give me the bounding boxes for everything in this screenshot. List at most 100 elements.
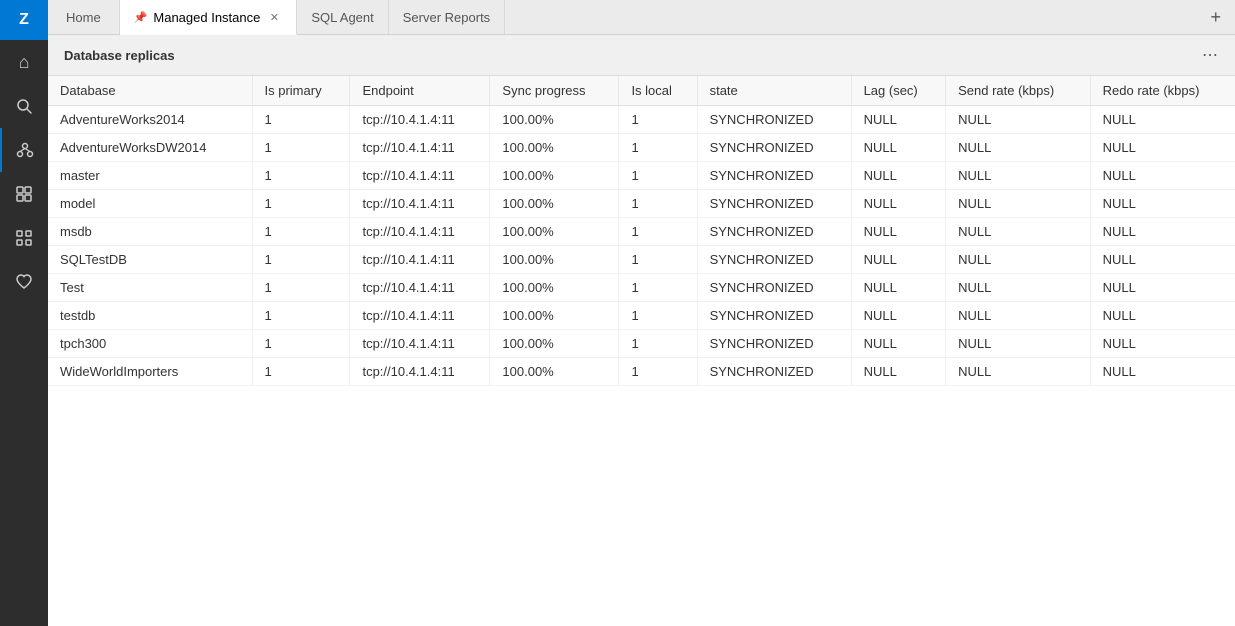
cell-r9-c7: NULL [946,358,1091,386]
cell-r1-c4: 1 [619,134,697,162]
cell-r9-c5: SYNCHRONIZED [697,358,851,386]
cell-r0-c0: AdventureWorks2014 [48,106,252,134]
table-row: master1tcp://10.4.1.4:11100.00%1SYNCHRON… [48,162,1235,190]
cell-r1-c6: NULL [851,134,946,162]
cell-r4-c5: SYNCHRONIZED [697,218,851,246]
cell-r4-c3: 100.00% [490,218,619,246]
cell-r2-c0: master [48,162,252,190]
table-row: AdventureWorks20141tcp://10.4.1.4:11100.… [48,106,1235,134]
cell-r3-c5: SYNCHRONIZED [697,190,851,218]
cell-r6-c1: 1 [252,274,350,302]
cell-r7-c8: NULL [1090,302,1235,330]
cell-r0-c1: 1 [252,106,350,134]
section-title: Database replicas [64,48,175,63]
cell-r4-c8: NULL [1090,218,1235,246]
cell-r2-c3: 100.00% [490,162,619,190]
tab-server-reports[interactable]: Server Reports [389,0,505,34]
cell-r2-c6: NULL [851,162,946,190]
cell-r8-c8: NULL [1090,330,1235,358]
cell-r7-c3: 100.00% [490,302,619,330]
cell-r1-c5: SYNCHRONIZED [697,134,851,162]
cell-r3-c8: NULL [1090,190,1235,218]
cell-r0-c4: 1 [619,106,697,134]
table-row: WideWorldImporters1tcp://10.4.1.4:11100.… [48,358,1235,386]
tab-pin-icon: 📌 [134,11,148,24]
cell-r1-c8: NULL [1090,134,1235,162]
cell-r1-c0: AdventureWorksDW2014 [48,134,252,162]
col-endpoint: Endpoint [350,76,490,106]
cell-r4-c1: 1 [252,218,350,246]
col-redo-rate: Redo rate (kbps) [1090,76,1235,106]
cell-r2-c7: NULL [946,162,1091,190]
table-row: AdventureWorksDW20141tcp://10.4.1.4:1110… [48,134,1235,162]
cell-r0-c2: tcp://10.4.1.4:11 [350,106,490,134]
section-header: Database replicas ⋯ [48,35,1235,76]
cell-r3-c0: model [48,190,252,218]
tab-managed-instance[interactable]: 📌 Managed Instance ✕ [120,0,298,35]
cell-r6-c8: NULL [1090,274,1235,302]
cell-r9-c4: 1 [619,358,697,386]
cell-r7-c2: tcp://10.4.1.4:11 [350,302,490,330]
cell-r3-c1: 1 [252,190,350,218]
cell-r8-c3: 100.00% [490,330,619,358]
col-send-rate: Send rate (kbps) [946,76,1091,106]
cell-r7-c6: NULL [851,302,946,330]
sidebar-item-health[interactable] [0,260,48,304]
cell-r2-c4: 1 [619,162,697,190]
add-tab-button[interactable]: + [1196,0,1235,34]
tab-sql-agent[interactable]: SQL Agent [297,0,388,34]
cell-r7-c4: 1 [619,302,697,330]
sidebar-item-connections[interactable] [0,128,48,172]
cell-r9-c6: NULL [851,358,946,386]
cell-r9-c1: 1 [252,358,350,386]
cell-r0-c3: 100.00% [490,106,619,134]
cell-r5-c3: 100.00% [490,246,619,274]
cell-r7-c7: NULL [946,302,1091,330]
cell-r4-c0: msdb [48,218,252,246]
cell-r7-c1: 1 [252,302,350,330]
table-row: testdb1tcp://10.4.1.4:11100.00%1SYNCHRON… [48,302,1235,330]
cell-r3-c4: 1 [619,190,697,218]
tab-home[interactable]: Home [48,0,120,34]
cell-r3-c2: tcp://10.4.1.4:11 [350,190,490,218]
cell-r2-c5: SYNCHRONIZED [697,162,851,190]
database-replicas-table: Database Is primary Endpoint Sync progre… [48,76,1235,626]
cell-r0-c7: NULL [946,106,1091,134]
cell-r7-c0: testdb [48,302,252,330]
cell-r8-c4: 1 [619,330,697,358]
cell-r6-c5: SYNCHRONIZED [697,274,851,302]
section-menu-button[interactable]: ⋯ [1202,45,1219,65]
tab-server-reports-label: Server Reports [403,10,490,25]
cell-r1-c1: 1 [252,134,350,162]
sidebar-item-grid[interactable] [0,216,48,260]
cell-r8-c6: NULL [851,330,946,358]
cell-r4-c7: NULL [946,218,1091,246]
cell-r7-c5: SYNCHRONIZED [697,302,851,330]
sidebar-item-home[interactable]: ⌂ [0,40,48,84]
cell-r1-c2: tcp://10.4.1.4:11 [350,134,490,162]
tab-home-label: Home [66,10,101,25]
cell-r9-c0: WideWorldImporters [48,358,252,386]
cell-r5-c8: NULL [1090,246,1235,274]
cell-r6-c4: 1 [619,274,697,302]
col-is-local: Is local [619,76,697,106]
cell-r5-c0: SQLTestDB [48,246,252,274]
main-content: Home 📌 Managed Instance ✕ SQL Agent Serv… [48,0,1235,626]
cell-r3-c6: NULL [851,190,946,218]
cell-r8-c0: tpch300 [48,330,252,358]
cell-r1-c7: NULL [946,134,1091,162]
cell-r2-c8: NULL [1090,162,1235,190]
cell-r0-c5: SYNCHRONIZED [697,106,851,134]
table-row: SQLTestDB1tcp://10.4.1.4:11100.00%1SYNCH… [48,246,1235,274]
activity-bar: Z ⌂ [0,0,48,626]
cell-r5-c2: tcp://10.4.1.4:11 [350,246,490,274]
cell-r8-c2: tcp://10.4.1.4:11 [350,330,490,358]
col-database: Database [48,76,252,106]
tab-close-icon[interactable]: ✕ [266,9,282,25]
sidebar-item-extensions[interactable] [0,172,48,216]
col-state: state [697,76,851,106]
cell-r4-c6: NULL [851,218,946,246]
cell-r0-c8: NULL [1090,106,1235,134]
sidebar-item-search[interactable] [0,84,48,128]
content-area: Database replicas ⋯ Database Is primary … [48,35,1235,626]
